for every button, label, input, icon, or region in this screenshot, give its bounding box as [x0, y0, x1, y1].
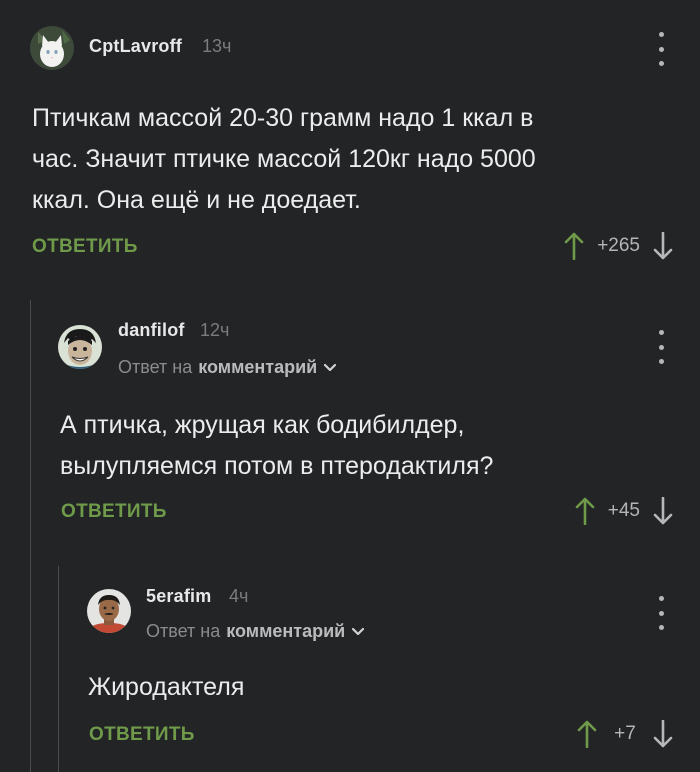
- comment-time: 13ч: [202, 36, 232, 56]
- thread-line-level-2: [58, 566, 59, 772]
- vote-controls: +265: [563, 232, 674, 260]
- vote-controls: +7: [576, 720, 674, 748]
- vote-score: +265: [597, 235, 640, 256]
- comment-username[interactable]: danfilof: [118, 320, 185, 341]
- comment-time: 12ч: [200, 320, 230, 340]
- comment-cptlavroff: CptLavroff 13ч Птичкам массой 20-30 грам…: [0, 0, 700, 280]
- thread-line-level-1: [30, 300, 31, 772]
- comment-text: Жиродактеля: [88, 667, 244, 708]
- comment-username[interactable]: 5erafim: [146, 586, 211, 607]
- arrow-up-icon[interactable]: [563, 232, 585, 260]
- comment-text-line: А птичка, жрущая как бодибилдер,: [60, 411, 465, 439]
- reply-to-link[interactable]: Ответ на комментарий: [118, 357, 337, 378]
- arrow-down-icon[interactable]: [652, 497, 674, 525]
- reply-to-prefix: Ответ на: [118, 357, 193, 377]
- vote-score: +45: [607, 500, 640, 521]
- cartoon-face-avatar[interactable]: [58, 325, 102, 369]
- arrow-up-icon[interactable]: [574, 497, 596, 525]
- comment-text-line: Птичкам массой 20-30 грамм надо 1 ккал в: [32, 104, 534, 132]
- reply-to-link[interactable]: Ответ на комментарий: [146, 621, 365, 642]
- white-cat-avatar[interactable]: [30, 26, 74, 70]
- reply-to-prefix: Ответ на: [146, 621, 221, 641]
- arrow-up-icon[interactable]: [576, 720, 598, 748]
- reply-button[interactable]: ОТВЕТИТЬ: [89, 724, 195, 746]
- chevron-down-icon: [324, 363, 337, 371]
- reply-button[interactable]: ОТВЕТИТЬ: [32, 236, 138, 258]
- arrow-down-icon[interactable]: [652, 720, 674, 748]
- vote-controls: +45: [574, 497, 674, 525]
- comment-text-line: Жиродактеля: [88, 673, 245, 701]
- comment-text-line: ккал. Она ещё и не доедает.: [32, 186, 361, 214]
- comment-text: Птичкам массой 20-30 грамм надо 1 ккал в…: [32, 98, 536, 221]
- reply-to-target: комментарий: [198, 357, 318, 377]
- reply-button[interactable]: ОТВЕТИТЬ: [61, 501, 167, 523]
- comment-text: А птичка, жрущая как бодибилдер, вылупля…: [60, 405, 493, 487]
- more-vertical-icon[interactable]: [651, 330, 671, 364]
- comment-username[interactable]: CptLavroff: [89, 36, 182, 57]
- chevron-down-icon: [352, 627, 365, 635]
- man-portrait-avatar[interactable]: [87, 589, 131, 633]
- comment-text-line: вылупляемся потом в птеродактиля?: [60, 452, 494, 480]
- comment-text-line: час. Значит птичке массой 120кг надо 500…: [32, 145, 536, 173]
- more-vertical-icon[interactable]: [651, 32, 671, 66]
- arrow-down-icon[interactable]: [652, 232, 674, 260]
- vote-score: +7: [614, 723, 636, 744]
- reply-to-target: комментарий: [226, 621, 346, 641]
- more-vertical-icon[interactable]: [651, 596, 671, 630]
- comment-time: 4ч: [229, 586, 249, 606]
